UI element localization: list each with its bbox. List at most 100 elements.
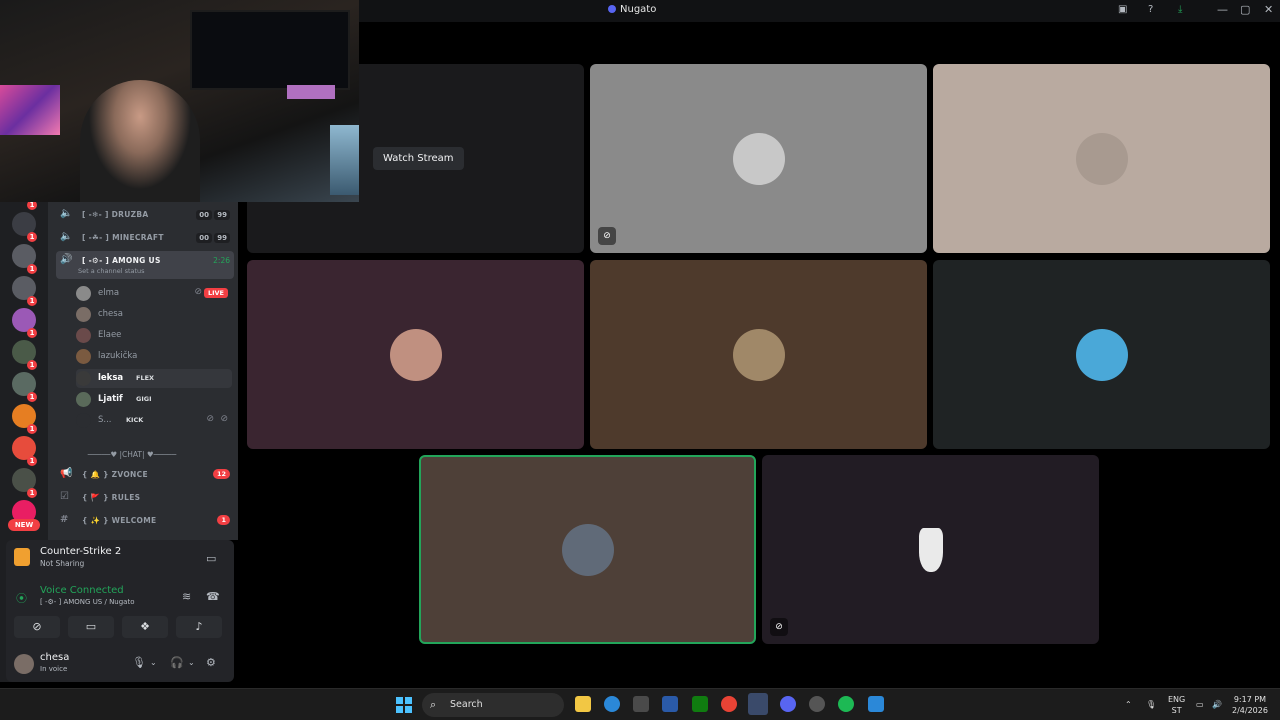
app-icon[interactable] <box>662 696 678 712</box>
user-count-tag: 00 <box>196 210 212 220</box>
video-tile[interactable] <box>933 64 1270 253</box>
store-icon[interactable] <box>633 696 649 712</box>
microphone-icon[interactable]: 🎙 <box>1146 699 1156 710</box>
unread-badge: 1 <box>27 392 37 402</box>
text-channel-welcome[interactable]: # { ✨ } WELCOME 1 <box>56 511 234 531</box>
signal-icon[interactable]: ⦿ <box>16 590 27 606</box>
unread-badge: 1 <box>27 264 37 274</box>
webcam-background-window <box>190 10 350 90</box>
voice-member[interactable]: chesa <box>76 305 232 324</box>
window-title: Nugato <box>607 4 657 15</box>
rules-icon: ☑ <box>60 491 69 502</box>
help-icon[interactable]: ? <box>1148 4 1153 15</box>
taskbar-search[interactable]: ⌕ Search <box>422 693 564 717</box>
xbox-icon[interactable] <box>692 696 708 712</box>
app-icon[interactable] <box>809 696 825 712</box>
windows-start-icon[interactable] <box>396 697 412 713</box>
avatar[interactable] <box>14 654 34 674</box>
voice-member[interactable]: Ljatif GIGI <box>76 390 232 409</box>
video-tile[interactable] <box>590 260 927 449</box>
user-limit-tag: 99 <box>214 233 230 243</box>
unread-badge: 1 <box>217 515 230 525</box>
minimize-button[interactable]: — <box>1217 3 1228 16</box>
voice-channel-minecraft[interactable]: 🔈 [ -☘- ] MINECRAFT 00 99 <box>56 228 234 248</box>
notepad-icon[interactable] <box>868 696 884 712</box>
maximize-button[interactable]: ▢ <box>1240 3 1250 16</box>
settings-gear-icon[interactable]: ⚙ <box>206 656 216 669</box>
call-timer: 2:26 <box>213 256 230 265</box>
chevron-down-icon[interactable]: ⌄ <box>150 658 157 667</box>
user-status: In voice <box>40 665 68 673</box>
noise-suppression-icon[interactable]: ≋ <box>182 590 191 603</box>
role-tag: GIGI <box>136 395 152 403</box>
activity-status: Not Sharing <box>40 559 85 568</box>
avatar <box>561 523 614 576</box>
video-tile-speaking[interactable] <box>419 455 756 644</box>
voice-member[interactable]: S... KICK ⊘ ⊘ <box>76 411 232 430</box>
microphone-icon[interactable]: 🎙 <box>132 656 146 669</box>
stream-icon[interactable]: ▭ <box>206 552 216 565</box>
headset-icon[interactable]: 🎧 <box>170 656 184 669</box>
disconnect-icon[interactable]: ☎ <box>206 590 220 603</box>
text-channel-rules[interactable]: ☑ { 🚩 } RULES <box>56 488 234 508</box>
voice-channel-among-us[interactable]: 🔊 [ -⚙- ] AMONG US 2:26 Set a channel st… <box>56 251 234 279</box>
screen-share-icon[interactable]: ▣ <box>1118 4 1127 15</box>
language-indicator[interactable]: ENG ST <box>1168 694 1185 716</box>
share-screen-button[interactable]: ▭ <box>68 616 114 638</box>
unread-badge: 1 <box>27 232 37 242</box>
discord-icon[interactable] <box>780 696 796 712</box>
network-icon[interactable]: ▭ <box>1196 699 1204 710</box>
voice-member[interactable]: leksa FLEX <box>76 369 232 388</box>
avatar <box>1075 328 1128 381</box>
text-channel-zvonce[interactable]: 📢 { 🔔 } ZVONCE 12 <box>56 465 234 485</box>
mic-muted-icon: ⊘ <box>206 414 214 424</box>
taskbar: ⌕ Search ⌃ 🎙 ENG ST ▭ 🔊 9:17 PM 2/4/2026 <box>0 688 1280 720</box>
voice-member[interactable]: Elaee <box>76 326 232 345</box>
announcement-icon: 📢 <box>60 468 73 479</box>
steam-icon[interactable] <box>748 693 768 715</box>
search-icon: ⌕ <box>430 698 437 711</box>
voice-channel-druzba[interactable]: 🔈 [ -❄- ] DRUZBA 00 99 <box>56 205 234 225</box>
webcam-background-screen <box>330 125 359 195</box>
avatar <box>918 527 943 572</box>
video-tile[interactable]: ⊘ <box>590 64 927 253</box>
chevron-down-icon[interactable]: ⌄ <box>188 658 195 667</box>
download-icon[interactable]: ⤓ <box>1178 4 1182 15</box>
activities-button[interactable]: ❖ <box>122 616 168 638</box>
deafened-icon: ⊘ <box>770 618 788 636</box>
unread-badge: 1 <box>27 360 37 370</box>
soundboard-button[interactable]: ♪ <box>176 616 222 638</box>
category-divider[interactable]: ─────♥ |CHAT| ♥───── <box>62 450 202 459</box>
live-badge[interactable]: LIVE <box>203 288 228 298</box>
hashtag-icon: # <box>60 514 69 525</box>
role-tag: KICK <box>126 416 144 424</box>
channel-status[interactable]: Set a channel status <box>78 267 145 275</box>
voice-channel-path[interactable]: [ -⚙- ] AMONG US / Nugato <box>40 598 135 606</box>
avatar <box>76 286 91 301</box>
close-button[interactable]: ✕ <box>1264 3 1273 16</box>
video-tile[interactable] <box>247 260 584 449</box>
avatar <box>76 349 91 364</box>
webcam-overlay <box>0 0 359 202</box>
new-badge: NEW <box>8 519 40 531</box>
voice-member[interactable]: lazukička <box>76 347 232 366</box>
video-tile[interactable] <box>933 260 1270 449</box>
edge-icon[interactable] <box>604 696 620 712</box>
clock[interactable]: 9:17 PM 2/4/2026 <box>1232 694 1268 716</box>
voice-member[interactable]: elma ⊘ LIVE <box>76 284 232 303</box>
camera-off-button[interactable]: ⊘ <box>14 616 60 638</box>
volume-icon[interactable]: 🔊 <box>1212 699 1222 710</box>
speaker-muted-icon: 🔈 <box>60 231 73 242</box>
avatar <box>76 392 91 407</box>
voice-status[interactable]: Voice Connected <box>40 585 124 596</box>
spotify-icon[interactable] <box>838 696 854 712</box>
watch-stream-button[interactable]: Watch Stream <box>373 147 464 170</box>
activity-name: Counter-Strike 2 <box>40 546 122 557</box>
chrome-icon[interactable] <box>721 696 737 712</box>
file-explorer-icon[interactable] <box>575 696 591 712</box>
chevron-up-icon[interactable]: ⌃ <box>1125 699 1132 710</box>
webcam-background-screen <box>287 85 335 99</box>
unread-badge: 1 <box>27 456 37 466</box>
video-tile[interactable]: ⊘ <box>762 455 1099 644</box>
speaker-muted-icon: 🔈 <box>60 208 73 219</box>
